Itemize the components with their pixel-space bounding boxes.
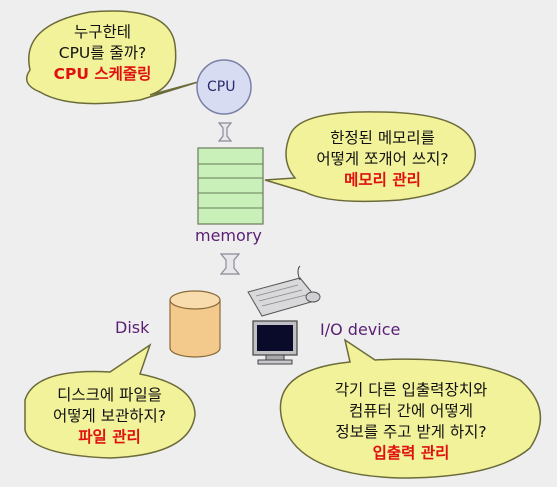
memory-device-arrow-icon — [219, 253, 241, 275]
disk-icon — [169, 290, 221, 358]
io-bubble-text: 각기 다른 입출력장치와 컴퓨터 간에 어떻게 정보를 주고 받게 하지? 입출… — [296, 380, 526, 464]
disk-bubble-highlight: 파일 관리 — [78, 428, 141, 446]
disk-bubble-text: 디스크에 파일을 어떻게 보관하지? 파일 관리 — [32, 385, 187, 448]
memory-label: memory — [195, 226, 262, 245]
cpu-bubble-line1: 누구한테 — [73, 23, 132, 41]
memory-bubble-line1: 한정된 메모리를 — [330, 129, 435, 147]
disk-bubble-line2: 어떻게 보관하지? — [53, 407, 166, 425]
cpu-bubble-text: 누구한테 CPU를 줄까? CPU 스케줄링 — [40, 22, 165, 85]
disk-label: Disk — [115, 318, 150, 337]
cpu-memory-arrow-icon — [217, 122, 233, 142]
io-device-label: I/O device — [320, 320, 401, 339]
io-bubble-line3: 정보를 주고 받게 하지? — [335, 423, 487, 441]
disk-bubble-line1: 디스크에 파일을 — [57, 386, 162, 404]
memory-bubble-line2: 어떻게 쪼개어 쓰지? — [316, 150, 449, 168]
cpu-bubble-line2: CPU를 줄까? — [58, 44, 147, 62]
io-bubble-line2: 컴퓨터 간에 어떻게 — [349, 402, 473, 420]
memory-bubble-highlight: 메모리 관리 — [344, 171, 421, 189]
memory-block — [197, 147, 264, 225]
cpu-bubble-highlight: CPU 스케줄링 — [53, 65, 152, 83]
memory-bubble-text: 한정된 메모리를 어떻게 쪼개어 쓰지? 메모리 관리 — [300, 128, 465, 191]
io-bubble-line1: 각기 다른 입출력장치와 — [334, 381, 488, 399]
monitor-icon — [252, 320, 298, 365]
os-overview-diagram: 누구한테 CPU를 줄까? CPU 스케줄링 한정된 메모리를 어떻게 쪼개어 … — [0, 0, 557, 487]
cpu-label: CPU — [207, 79, 236, 95]
io-bubble-highlight: 입출력 관리 — [372, 444, 450, 462]
